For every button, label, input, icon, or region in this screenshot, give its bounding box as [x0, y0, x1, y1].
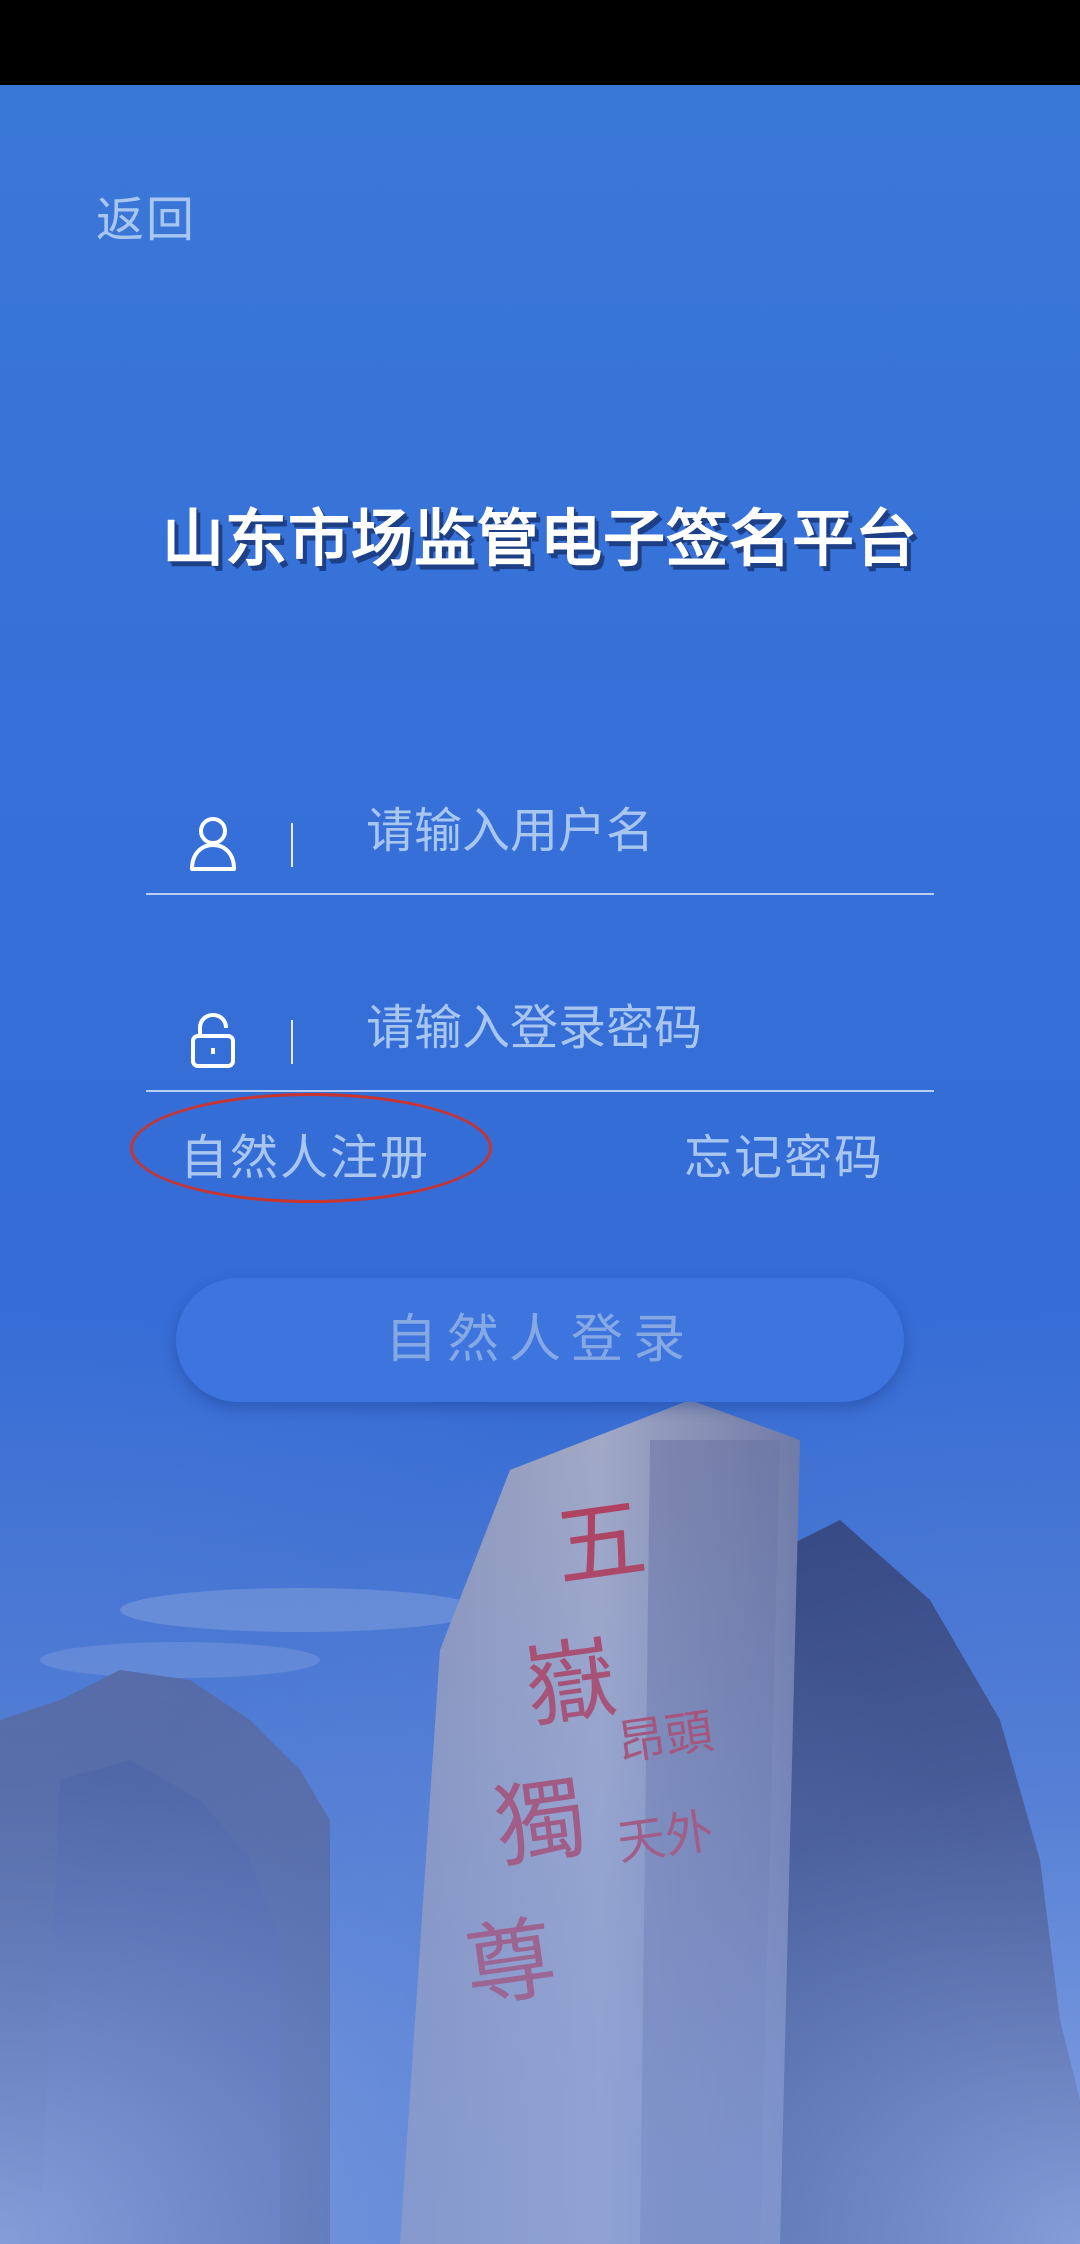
back-button[interactable]: 返回 [96, 180, 196, 250]
username-input[interactable] [366, 791, 726, 871]
forgot-password-link[interactable]: 忘记密码 [684, 1118, 884, 1188]
register-link[interactable]: 自然人注册 [180, 1118, 430, 1188]
mountain-scenery-image: 五 嶽 獨 尊 昂頭 天外 [0, 1300, 1080, 2244]
password-field-row [146, 970, 934, 1092]
login-button[interactable]: 自然人登录 [176, 1278, 904, 1402]
page-title: 山东市场监管电子签名平台 [161, 502, 918, 575]
password-input[interactable] [366, 988, 726, 1068]
login-screen: 五 嶽 獨 尊 昂頭 天外 返回 山东市场监管电子签名平台 自然人注册 忘记密码… [0, 0, 1080, 2244]
user-icon [190, 817, 236, 871]
status-bar [0, 0, 1080, 85]
field-separator [291, 1020, 293, 1064]
lock-icon [191, 1012, 235, 1068]
username-field-row [146, 773, 934, 895]
field-separator [291, 823, 293, 867]
